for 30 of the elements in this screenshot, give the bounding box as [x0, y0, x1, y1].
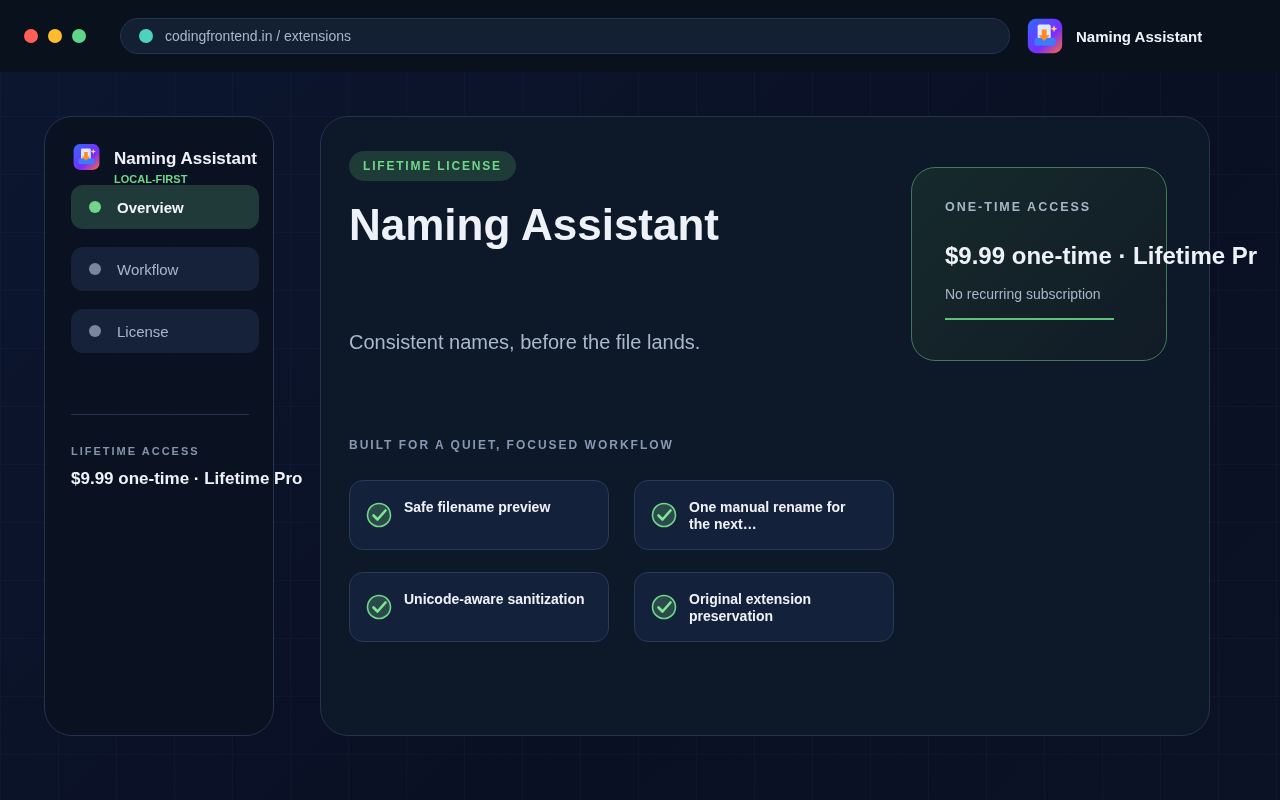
- check-icon: [651, 594, 677, 620]
- check-icon: [366, 502, 392, 528]
- section-heading: BUILT FOR A QUIET, FOCUSED WORKFLOW: [349, 438, 674, 452]
- license-badge: LIFETIME LICENSE: [349, 151, 516, 181]
- price-text: $9.99 one-time · Lifetime Pr: [945, 242, 1258, 270]
- page-title: Naming Assistant: [349, 203, 719, 247]
- price-note: No recurring subscription: [945, 286, 1102, 302]
- check-icon: [651, 502, 677, 528]
- tagline: LOCAL-FIRST: [114, 174, 189, 185]
- feature-text: One manual rename for the next…: [689, 499, 847, 533]
- access-label: LIFETIME ACCESS: [71, 445, 201, 457]
- feature-text: Unicode-aware sanitization: [404, 591, 585, 608]
- app-name: Naming Assistant: [114, 149, 257, 169]
- nav-item[interactable]: Overview: [71, 185, 259, 229]
- access-label: ONE-TIME ACCESS: [945, 200, 1093, 214]
- maximize-window-dot[interactable]: [72, 29, 86, 43]
- app-name: Naming Assistant: [1076, 27, 1203, 45]
- price-text: $9.99 one-time · Lifetime Pro: [71, 469, 303, 489]
- close-window-dot[interactable]: [24, 29, 38, 43]
- feature-text: Safe filename preview: [404, 499, 551, 516]
- minimize-window-dot[interactable]: [48, 29, 62, 43]
- check-icon: [366, 594, 392, 620]
- nav-item[interactable]: License: [71, 309, 259, 353]
- feature-text: Original extension preservation: [689, 591, 813, 625]
- site-status-icon: [139, 29, 153, 43]
- address-bar[interactable]: codingfrontend.in / extensions: [120, 18, 1010, 54]
- app-icon: [1027, 18, 1063, 54]
- subtitle: Consistent names, before the file lands.: [349, 331, 701, 354]
- nav-item[interactable]: Workflow: [71, 247, 259, 291]
- url-text: codingfrontend.in / extensions: [165, 28, 351, 44]
